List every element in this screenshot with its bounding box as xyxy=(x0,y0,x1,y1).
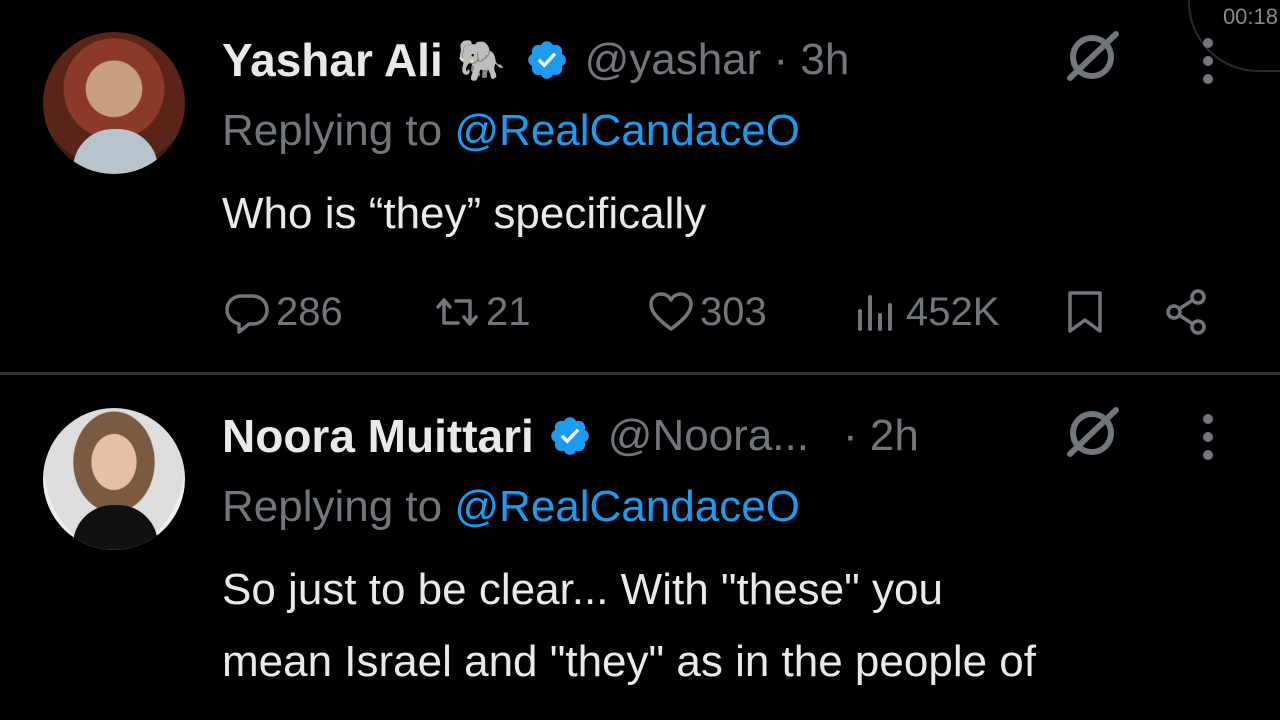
heart-icon xyxy=(649,292,693,331)
handle-time[interactable]: @yashar · 3h xyxy=(585,35,850,85)
like-count: 303 xyxy=(700,289,767,334)
tweet-text-line: mean Israel and "they" as in the people … xyxy=(222,637,1036,686)
tweet[interactable]: Noora Muittari @Noora... · 2h Replying t… xyxy=(0,376,1280,720)
reply-button[interactable]: 286 xyxy=(222,282,343,342)
repost-button[interactable]: 21 xyxy=(432,282,531,342)
tweet-text: So just to be clear... With "these" you … xyxy=(222,554,1252,698)
tweet-divider xyxy=(0,372,1280,375)
bookmark-button[interactable] xyxy=(1060,282,1110,342)
replying-prefix: Replying to xyxy=(222,106,443,155)
grok-icon[interactable] xyxy=(1062,26,1122,86)
display-name[interactable]: Yashar Ali xyxy=(222,33,443,87)
replying-to: Replying to @RealCandaceO xyxy=(222,482,800,532)
post-time[interactable]: · 2h xyxy=(843,411,919,461)
bookmark-icon xyxy=(1068,291,1102,333)
tweet[interactable]: Yashar Ali 🐘 @yashar · 3h Replying to @R… xyxy=(0,0,1280,372)
views-button[interactable]: 452K xyxy=(852,282,999,342)
verified-badge-icon xyxy=(527,41,566,79)
reply-count: 286 xyxy=(276,289,343,334)
repost-count: 21 xyxy=(486,289,531,334)
display-name[interactable]: Noora Muittari xyxy=(222,409,534,463)
replying-to: Replying to @RealCandaceO xyxy=(222,106,800,156)
tweet-header: Noora Muittari @Noora... · 2h xyxy=(222,406,919,466)
repost-icon xyxy=(436,298,478,326)
replying-prefix: Replying to xyxy=(222,482,443,531)
avatar[interactable] xyxy=(43,32,185,174)
mention-link[interactable]: @RealCandaceO xyxy=(454,482,800,531)
elephant-emoji: 🐘 xyxy=(456,38,507,83)
tweet-header: Yashar Ali 🐘 @yashar · 3h xyxy=(222,30,849,90)
more-options-icon[interactable] xyxy=(1200,38,1216,84)
grok-icon[interactable] xyxy=(1062,402,1122,462)
tweet-text-line: So just to be clear... With "these" you xyxy=(222,565,943,614)
mention-link[interactable]: @RealCandaceO xyxy=(454,106,800,155)
views-count: 452K xyxy=(906,289,1000,334)
avatar[interactable] xyxy=(43,408,185,550)
tweet-text-line: Who is “they” specifically xyxy=(222,189,707,238)
share-icon xyxy=(1166,289,1206,335)
tweet-text: Who is “they” specifically xyxy=(222,178,1252,250)
verified-badge-icon xyxy=(550,417,589,455)
tweet-actions: 286 21 303 452K xyxy=(222,282,1212,342)
like-button[interactable]: 303 xyxy=(646,282,767,342)
reply-icon xyxy=(225,294,269,334)
share-button[interactable] xyxy=(1162,282,1212,342)
handle[interactable]: @Noora... xyxy=(608,411,809,461)
more-options-icon[interactable] xyxy=(1200,414,1216,460)
views-icon xyxy=(858,295,892,331)
